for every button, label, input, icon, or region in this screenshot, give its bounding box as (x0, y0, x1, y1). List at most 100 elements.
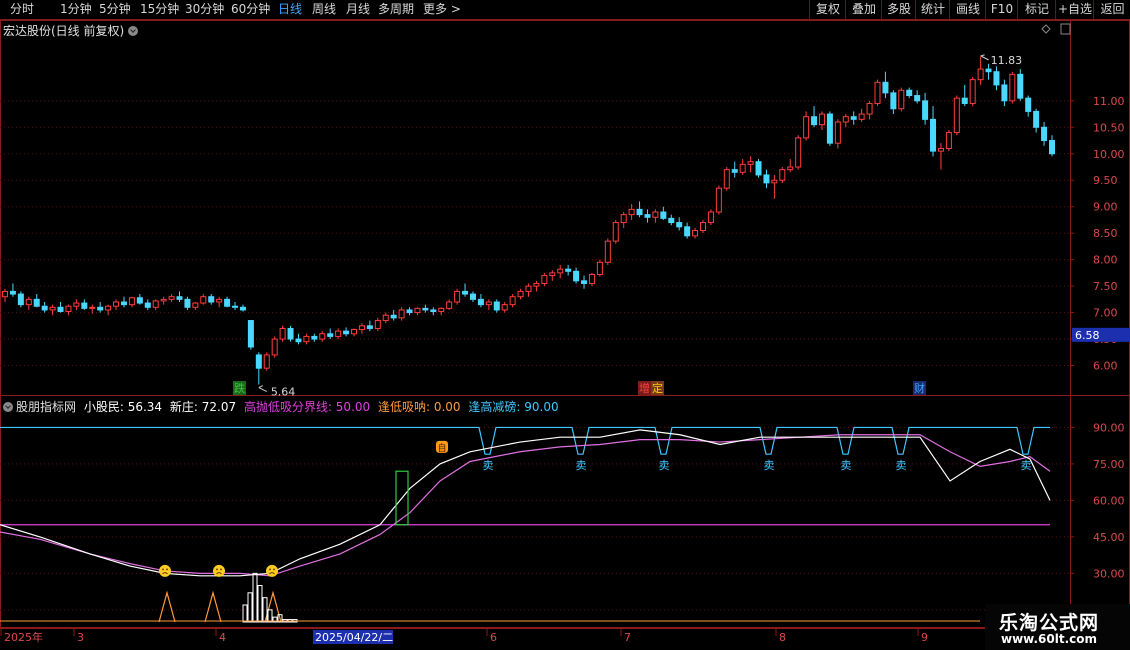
candle-body (890, 92, 897, 110)
indicator-panel-frame (0, 395, 1130, 628)
sad-face-icon (266, 564, 278, 577)
candle-body (239, 306, 246, 311)
candle-body (930, 118, 937, 152)
sell-signal-label: 卖 (841, 459, 852, 472)
price-tick-label: 7.00 (1093, 307, 1118, 320)
price-tick-label: 11.00 (1093, 95, 1125, 108)
candle-body (588, 273, 595, 284)
sad-face-eye (216, 568, 218, 571)
event-marker-label: 定 (652, 381, 663, 395)
candle-body (208, 296, 215, 303)
candle-body (374, 320, 381, 329)
candle-body (493, 301, 500, 311)
candle-body (787, 166, 794, 171)
candle-body (49, 306, 56, 311)
candle-body (668, 217, 675, 224)
candle-body (216, 298, 223, 303)
candle-body (739, 163, 746, 173)
candle-body (255, 354, 262, 369)
candle-body (692, 230, 699, 237)
candle-body (628, 208, 635, 216)
candle-body (398, 309, 405, 319)
xiaogumin-line (0, 429, 1051, 577)
candle-body (509, 296, 516, 306)
site-logo: 乐淘公式网 www.60lt.com (985, 604, 1130, 650)
candle-body (1001, 84, 1008, 102)
candle-body (485, 301, 492, 306)
candle-body (866, 102, 873, 115)
candle-body (358, 325, 365, 331)
volume-bar (242, 604, 248, 623)
candle-body (414, 307, 421, 314)
candle-body (446, 301, 453, 309)
logo-name: 乐淘公式网 (999, 612, 1100, 634)
price-tick-label: 10.00 (1093, 148, 1125, 161)
candle-body (581, 280, 588, 284)
indicator-tick-label: 90.00 (1093, 421, 1125, 434)
candle-body (684, 226, 691, 237)
candle-body (366, 325, 373, 329)
candle-body (9, 290, 16, 295)
candle-body (462, 290, 469, 295)
candle-body (382, 314, 389, 322)
candle-body (906, 89, 913, 97)
volume-bar (247, 592, 253, 623)
candle-body (604, 240, 611, 263)
candle-body (97, 306, 104, 311)
logo-url: www.60lt.com (1001, 632, 1098, 646)
stock-chart[interactable]: 11.00 10.50 10.00 9.50 9.00 8.50 8.00 7.50 7.00 6… (0, 0, 1130, 650)
event-marker-label: 增 (639, 381, 650, 395)
candle-body (57, 306, 64, 313)
candle-body (152, 300, 159, 308)
candle-body (652, 211, 659, 218)
candle-body (779, 169, 786, 181)
candle-body (731, 169, 738, 173)
candle-body (826, 113, 833, 144)
candle-body (41, 305, 48, 311)
sad-face-icon (213, 564, 225, 577)
x-tick-label: 8 (779, 631, 786, 644)
low-arrow-icon (258, 385, 268, 393)
sell-signal-label: 卖 (764, 459, 775, 472)
candle-body (858, 113, 865, 120)
high-price-label: 11.83 (991, 54, 1023, 67)
candle-body (89, 306, 96, 309)
candle-body (842, 116, 849, 123)
candle-body (707, 211, 714, 224)
candle-body (985, 68, 992, 73)
buy-signal-peak (204, 590, 222, 623)
candle-body (660, 211, 667, 219)
sell-signal-label: 卖 (483, 459, 494, 472)
sell-signal-label: 卖 (896, 459, 907, 472)
candle-body (755, 161, 762, 176)
candle-body (454, 290, 461, 303)
candle-body (818, 113, 825, 126)
buy-signal-peak (158, 590, 176, 623)
window-icon (1060, 23, 1071, 35)
candle-body (160, 298, 167, 302)
candle-body (1025, 97, 1032, 112)
candle-body (723, 169, 730, 189)
sad-face-eye (220, 568, 222, 571)
candle-body (351, 329, 357, 335)
candle-body (438, 307, 445, 313)
event-marker-label: 跌 (234, 381, 245, 395)
candle-body (517, 290, 524, 298)
candle-body (25, 298, 32, 306)
candle-body (113, 301, 120, 307)
candle-body (953, 97, 960, 134)
candle-body (922, 100, 929, 120)
price-tick-label: 9.00 (1093, 201, 1118, 214)
candle-body (795, 137, 802, 168)
candle-body (644, 214, 651, 218)
high-arrow-icon (980, 54, 989, 61)
x-tick-label: 6 (490, 631, 497, 644)
candle-body (477, 298, 484, 306)
candle-body (557, 268, 564, 274)
candle-body (898, 89, 905, 110)
sad-face-eye (273, 568, 275, 571)
candle-body (469, 293, 476, 300)
candle-body (977, 68, 984, 81)
candle-body (271, 338, 278, 356)
candle-body (700, 222, 706, 232)
